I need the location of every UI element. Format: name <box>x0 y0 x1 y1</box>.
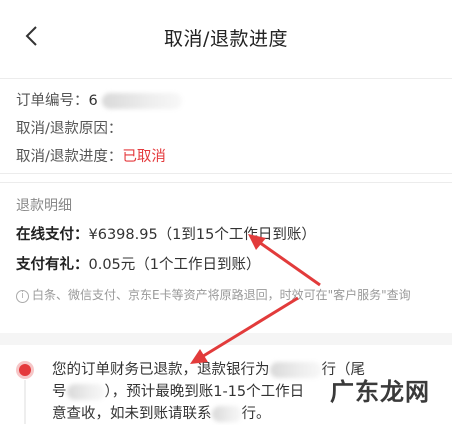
order-info-section: 订单编号：6 取消/退款原因： 取消/退款进度：已取消 <box>0 79 452 174</box>
refund-detail-title: 退款明细 <box>16 198 72 214</box>
online-payment-row: 在线支付：¥6398.95（1到15个工作日到账） <box>16 223 316 244</box>
cancel-progress-row: 取消/退款进度：已取消 <box>16 145 166 166</box>
timeline-line <box>24 380 26 424</box>
cancel-reason-label: 取消/退款原因： <box>16 121 123 137</box>
gift-payment-value: 0.05元（1个工作日到账） <box>88 257 261 273</box>
timeline-text-1a: 您的订单财务已退款，退款银行为 <box>52 362 270 378</box>
timeline-text-3a: 意查收，如未到账请联系 <box>52 406 212 422</box>
page-title: 取消/退款进度 <box>164 28 288 50</box>
redacted-order-number <box>102 93 183 109</box>
cancel-reason-row: 取消/退款原因： <box>16 117 122 138</box>
refund-notice-text: 白条、微信支付、京东E卡等资产将原路退回，时效可在"客户服务"查询 <box>32 288 411 302</box>
gift-payment-label: 支付有礼： <box>16 257 89 273</box>
info-icon: i <box>16 290 29 303</box>
online-payment-label: 在线支付： <box>16 227 89 243</box>
timeline-dot-icon <box>19 364 31 376</box>
order-number-value: 6 <box>88 93 98 109</box>
cancel-progress-label: 取消/退款进度： <box>16 149 123 165</box>
section-gap <box>0 333 452 345</box>
redacted-bank <box>269 362 322 378</box>
timeline-text-2b: ），预计最晚到账1-15个工作日 <box>104 384 305 400</box>
gift-payment-row: 支付有礼：0.05元（1个工作日到账） <box>16 253 261 274</box>
online-payment-value: ¥6398.95（1到15个工作日到账） <box>88 227 316 243</box>
cancel-progress-status: 已取消 <box>122 149 166 165</box>
redacted-card-tail <box>66 384 105 400</box>
timeline-text-3b: 行。 <box>241 406 271 422</box>
refund-notice: i 白条、微信支付、京东E卡等资产将原路退回，时效可在"客户服务"查询 <box>16 287 416 304</box>
timeline-text-2a: 号 <box>52 384 67 400</box>
watermark: 广东龙网 <box>330 378 430 406</box>
redacted-bank-2 <box>211 406 242 422</box>
order-number-label: 订单编号： <box>16 93 89 109</box>
refund-detail-section: 退款明细 在线支付：¥6398.95（1到15个工作日到账） 支付有礼：0.05… <box>0 182 452 334</box>
page-header: 取消/退款进度 <box>0 0 452 79</box>
order-number-row: 订单编号：6 <box>16 89 183 110</box>
